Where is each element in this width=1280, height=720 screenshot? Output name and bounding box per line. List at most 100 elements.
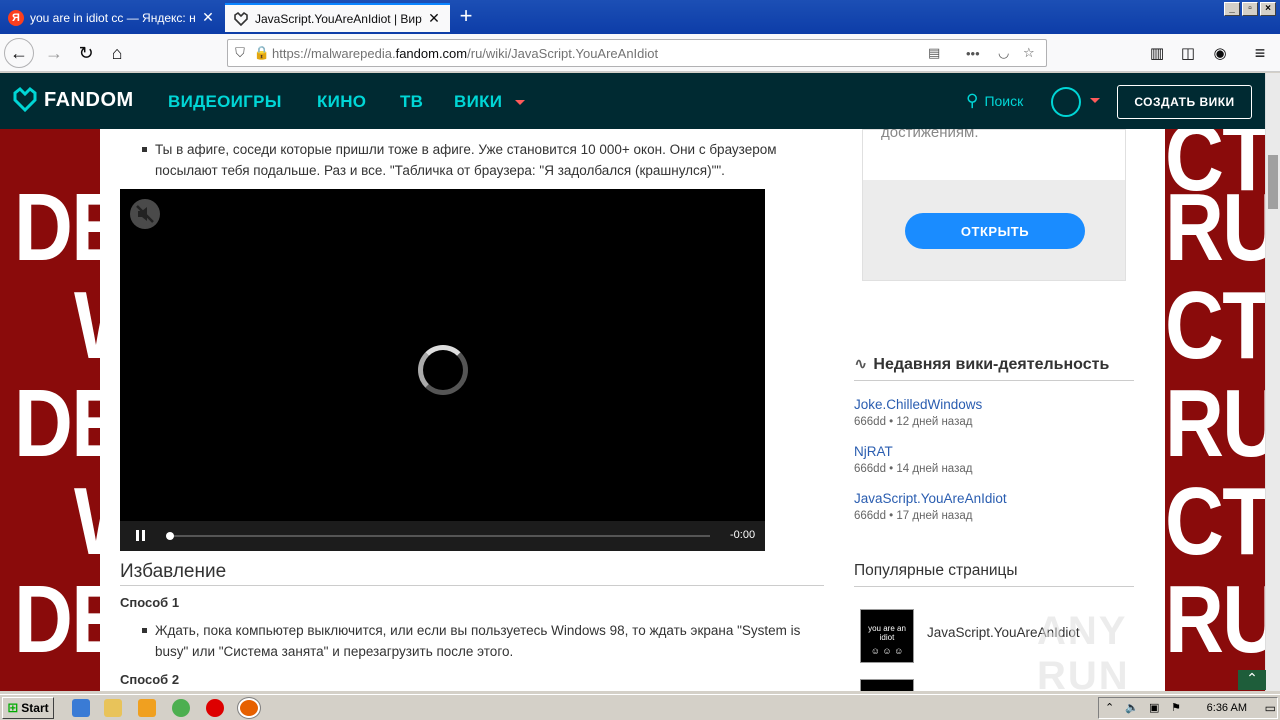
popular-thumbnail[interactable]: you are an idiot ☺ ☺ ☺ (860, 609, 914, 663)
yandex-icon: Я (8, 9, 24, 26)
network-icon[interactable]: ▣ (1149, 701, 1159, 714)
bookmark-star-icon[interactable]: ☆ (1023, 45, 1035, 61)
activity-link[interactable]: NjRAT (854, 444, 893, 459)
nav-videogames[interactable]: ВИДЕОИГРЫ (168, 92, 282, 112)
pause-icon[interactable] (136, 530, 145, 541)
url-bar[interactable]: ⛉ 🔒 https://malwarepedia. fandom.com/ru/w… (227, 39, 1047, 67)
tray-expand-icon[interactable]: ⌃ (1105, 701, 1114, 714)
url-domain: fandom.com (395, 45, 468, 61)
tab-title: JavaScript.YouAreAnIdiot | Вирус (255, 11, 422, 26)
watermark: ANY RUN (1037, 609, 1130, 691)
section-heading: Избавление (120, 561, 824, 586)
scroll-to-top-icon[interactable]: ⌃ (1238, 670, 1266, 690)
user-avatar-icon[interactable] (1051, 87, 1081, 117)
muted-speaker-icon[interactable] (130, 199, 160, 229)
close-window-button[interactable]: × (1260, 2, 1276, 16)
thumbnail-caption: you are an idiot (868, 624, 906, 642)
right-rail: достижениям. ОТКРЫТЬ ∿ Недавняя вики-деят… (845, 129, 1165, 691)
tab-fandom[interactable]: JavaScript.YouAreAnIdiot | Вирус ✕ (225, 3, 450, 32)
activity-heading-text: Недавняя вики-деятельность (873, 356, 1110, 373)
sidebar-icon[interactable]: ◫ (1174, 39, 1202, 67)
fandom-logo-text: FANDOM (44, 88, 134, 111)
taskbar: ⊞ Start ⌃ 🔈 ▣ ⚑ 6:36 AM ▭ (0, 694, 1280, 720)
home-icon[interactable]: ⌂ (103, 39, 131, 67)
window-controls: _ ▫ × (1224, 2, 1276, 16)
pocket-icon[interactable]: ◡ (998, 45, 1009, 61)
system-tray: ⌃ 🔈 ▣ ⚑ 6:36 AM (1098, 697, 1278, 719)
activity-meta: 666dd • 17 дней назад (854, 510, 973, 522)
video-controls: -0:00 (120, 521, 765, 551)
forward-arrow-icon[interactable]: → (40, 39, 68, 67)
browser-tab-bar: Я you are in idiot cc — Яндекс: наш ✕ Ja… (0, 0, 1280, 34)
activity-meta: 666dd • 12 дней назад (854, 416, 973, 428)
start-label: Start (21, 701, 49, 715)
subsection-heading: Способ 2 (120, 672, 180, 687)
chrome-icon[interactable] (172, 699, 190, 717)
url-prefix: https://malwarepedia. (272, 45, 396, 61)
flag-icon[interactable]: ⚑ (1171, 701, 1181, 714)
activity-link[interactable]: Joke.ChilledWindows (854, 397, 982, 412)
opera-icon[interactable] (206, 699, 224, 717)
smiley-faces-icon: ☺ ☺ ☺ (870, 646, 904, 656)
activity-link[interactable]: JavaScript.YouAreAnIdiot (854, 491, 1007, 506)
menu-icon[interactable]: ≡ (1246, 39, 1274, 67)
fandom-header: FANDOM ВИДЕОИГРЫ КИНО ТВ ВИКИ ⚲ Поиск СО… (0, 73, 1265, 129)
shield-icon[interactable]: ⛉ (228, 45, 252, 61)
background-text: RUS (1165, 370, 1265, 477)
search-label: Поиск (984, 93, 1024, 109)
fandom-heart-icon (233, 11, 249, 27)
new-tab-icon[interactable]: + (452, 4, 480, 30)
promo-box: достижениям. ОТКРЫТЬ (862, 129, 1126, 281)
search-icon: ⚲ (966, 91, 979, 110)
background-text: CTI (1165, 272, 1265, 379)
create-wiki-button[interactable]: СОЗДАТЬ ВИКИ (1117, 85, 1252, 119)
video-time: -0:00 (730, 529, 756, 541)
chevron-down-icon[interactable] (1090, 98, 1100, 103)
reader-view-icon[interactable]: ▤ (928, 45, 940, 61)
background-text: RUS (1165, 174, 1265, 281)
lock-icon[interactable]: 🔒 (252, 45, 272, 61)
ie-icon[interactable] (72, 699, 90, 717)
page-actions-icon[interactable]: ••• (966, 46, 980, 61)
search-button[interactable]: ⚲ Поиск (966, 91, 1023, 111)
back-arrow-icon[interactable]: ← (4, 38, 34, 68)
nav-tv[interactable]: ТВ (400, 92, 423, 112)
reload-icon[interactable]: ↻ (72, 39, 100, 67)
fandom-heart-icon (13, 87, 37, 113)
folder-icon[interactable] (104, 699, 122, 717)
background-text: RUS (1165, 566, 1265, 673)
nav-wikis[interactable]: ВИКИ (454, 92, 502, 112)
minimize-button[interactable]: _ (1224, 2, 1240, 16)
page-background: DET W DET W DET CTI RUS CTI RUS CTI RUS … (0, 129, 1265, 691)
firefox-icon[interactable] (237, 697, 261, 719)
close-icon[interactable]: ✕ (426, 10, 442, 27)
video-player[interactable]: -0:00 (120, 189, 765, 551)
video-progress-handle[interactable] (166, 532, 174, 540)
vertical-scrollbar[interactable] (1265, 73, 1280, 691)
activity-meta: 666dd • 14 дней назад (854, 463, 973, 475)
open-button[interactable]: ОТКРЫТЬ (905, 213, 1085, 249)
popular-thumbnail[interactable] (860, 679, 914, 691)
loading-spinner-icon (418, 345, 468, 395)
video-progress-track[interactable] (170, 535, 710, 537)
show-desktop-icon[interactable]: ▭ (1265, 701, 1276, 715)
activity-heading: ∿ Недавняя вики-деятельность (854, 354, 1134, 381)
tab-yandex[interactable]: Я you are in idiot cc — Яндекс: наш ✕ (0, 3, 224, 32)
close-icon[interactable]: ✕ (200, 9, 216, 26)
nav-movies[interactable]: КИНО (317, 92, 366, 112)
start-button[interactable]: ⊞ Start (2, 697, 54, 719)
media-player-icon[interactable] (138, 699, 156, 717)
scrollbar-thumb[interactable] (1268, 155, 1278, 209)
promo-text-area: достижениям. (863, 129, 1125, 180)
article-content: Ты в афиге, соседи которые пришли тоже в… (100, 129, 845, 691)
promo-text: достижениям. (881, 129, 979, 141)
fandom-logo[interactable]: FANDOM (12, 87, 134, 113)
volume-icon[interactable]: 🔈 (1125, 701, 1139, 714)
background-text: CTI (1165, 468, 1265, 575)
url-path: /ru/wiki/JavaScript.YouAreAnIdiot (467, 45, 659, 61)
chevron-down-icon[interactable] (515, 100, 525, 105)
restore-button[interactable]: ▫ (1242, 2, 1258, 16)
library-icon[interactable]: ▥ (1143, 39, 1171, 67)
navigation-bar: ← → ↻ ⌂ ⛉ 🔒 https://malwarepedia. fandom.… (0, 34, 1280, 72)
account-icon[interactable]: ◉ (1206, 39, 1234, 67)
